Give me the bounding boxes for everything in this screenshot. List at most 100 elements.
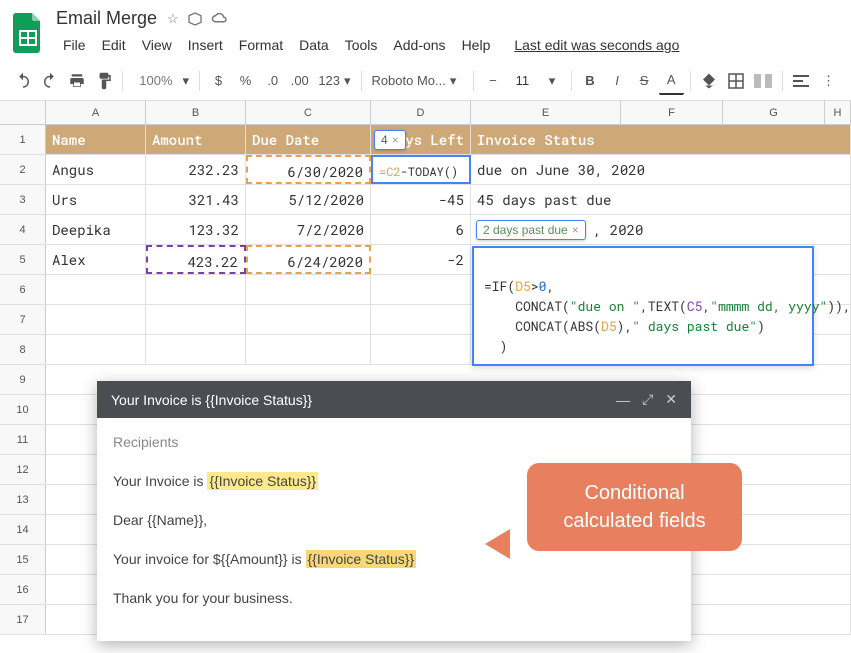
modal-title: Your Invoice is {{Invoice Status}}	[111, 392, 604, 408]
callout: Conditional calculated fields	[527, 463, 742, 551]
row-header-3[interactable]: 3	[0, 185, 46, 214]
close-icon[interactable]: ×	[392, 133, 399, 147]
toolbar: 100%▾ $ % .0 .00 123▾ Roboto Mo...▾ − 11…	[0, 61, 851, 101]
cell[interactable]: Invoice Status	[471, 125, 851, 154]
col-header-H[interactable]: H	[825, 101, 851, 124]
row-header-11[interactable]: 11	[0, 425, 46, 454]
menu-data[interactable]: Data	[292, 33, 336, 57]
currency-icon[interactable]: $	[206, 67, 231, 95]
merge-icon[interactable]	[751, 67, 776, 95]
cell[interactable]: Name	[46, 125, 146, 154]
row-header-14[interactable]: 14	[0, 515, 46, 544]
row-header-4[interactable]: 4	[0, 215, 46, 244]
close-icon[interactable]: ×	[572, 223, 579, 237]
last-edit-link[interactable]: Last edit was seconds ago	[507, 33, 686, 57]
format-more[interactable]: 123▾	[314, 73, 354, 89]
decimal-inc-icon[interactable]: .00	[287, 67, 312, 95]
menu-file[interactable]: File	[56, 33, 93, 57]
minimize-icon[interactable]: —	[616, 392, 630, 408]
strike-icon[interactable]: S	[632, 67, 657, 95]
cell[interactable]: 321.43	[146, 185, 246, 214]
formula-editor[interactable]: =IF(D5>0, CONCAT("due on ",TEXT(C5,"mmmm…	[472, 246, 814, 366]
align-icon[interactable]	[789, 67, 814, 95]
row-header-17[interactable]: 17	[0, 605, 46, 634]
row-header-8[interactable]: 8	[0, 335, 46, 364]
cell[interactable]: 123.32	[146, 215, 246, 244]
callout-arrow	[485, 529, 510, 559]
font-size[interactable]: 11	[507, 73, 537, 88]
menu-format[interactable]: Format	[232, 33, 290, 57]
menu-insert[interactable]: Insert	[181, 33, 230, 57]
font-dropdown[interactable]: Roboto Mo...▾	[367, 73, 467, 89]
col-header-B[interactable]: B	[146, 101, 246, 124]
cell[interactable]: Deepika	[46, 215, 146, 244]
row-header-10[interactable]: 10	[0, 395, 46, 424]
row-header-15[interactable]: 15	[0, 545, 46, 574]
redo-icon[interactable]	[37, 67, 62, 95]
body-line[interactable]: Your invoice for ${{Amount}} is {{Invoic…	[113, 549, 675, 570]
fill-icon[interactable]	[697, 67, 722, 95]
cell[interactable]: 45 days past due	[471, 185, 851, 214]
col-header-E[interactable]: E	[471, 101, 621, 124]
row-header-1[interactable]: 1	[0, 125, 46, 154]
cell[interactable]: 5/12/2020	[246, 185, 371, 214]
doc-title[interactable]: Email Merge	[56, 8, 157, 29]
row-header-9[interactable]: 9	[0, 365, 46, 394]
move-icon[interactable]	[187, 11, 203, 27]
row-header-16[interactable]: 16	[0, 575, 46, 604]
cell[interactable]: 423.22	[146, 245, 246, 274]
row-header-6[interactable]: 6	[0, 275, 46, 304]
fontsize-inc-icon[interactable]: ▾	[539, 67, 564, 95]
cell[interactable]: 6/30/2020	[246, 155, 371, 184]
paint-icon[interactable]	[91, 67, 116, 95]
select-all-corner[interactable]	[0, 101, 46, 124]
fontsize-dec-icon[interactable]: −	[480, 67, 505, 95]
recipients-label[interactable]: Recipients	[113, 432, 675, 453]
undo-icon[interactable]	[10, 67, 35, 95]
row-header-13[interactable]: 13	[0, 485, 46, 514]
star-icon[interactable]: ☆	[167, 11, 179, 27]
cloud-icon[interactable]	[211, 11, 229, 27]
cell[interactable]: 7/2/2020	[246, 215, 371, 244]
col-header-F[interactable]: F	[621, 101, 723, 124]
textcolor-icon[interactable]: A	[659, 67, 684, 95]
borders-icon[interactable]	[724, 67, 749, 95]
menu-addons[interactable]: Add-ons	[386, 33, 452, 57]
menubar: File Edit View Insert Format Data Tools …	[56, 33, 841, 57]
cell[interactable]: due on June 30, 2020	[471, 155, 851, 184]
cell[interactable]: Alex	[46, 245, 146, 274]
italic-icon[interactable]: I	[605, 67, 630, 95]
col-header-D[interactable]: D	[371, 101, 471, 124]
row-header-12[interactable]: 12	[0, 455, 46, 484]
cell[interactable]: 6	[371, 215, 471, 244]
row-header-2[interactable]: 2	[0, 155, 46, 184]
cell[interactable]: Amount	[146, 125, 246, 154]
menu-tools[interactable]: Tools	[338, 33, 385, 57]
bold-icon[interactable]: B	[577, 67, 602, 95]
col-header-G[interactable]: G	[723, 101, 825, 124]
print-icon[interactable]	[64, 67, 89, 95]
menu-edit[interactable]: Edit	[95, 33, 133, 57]
menu-view[interactable]: View	[135, 33, 179, 57]
sheets-logo[interactable]	[10, 11, 46, 55]
more-icon[interactable]: ⋮	[816, 67, 841, 95]
row-header-5[interactable]: 5	[0, 245, 46, 274]
cell[interactable]: 232.23	[146, 155, 246, 184]
decimal-dec-icon[interactable]: .0	[260, 67, 285, 95]
row-header-7[interactable]: 7	[0, 305, 46, 334]
cell[interactable]: Angus	[46, 155, 146, 184]
expand-icon[interactable]: ⤢	[642, 391, 653, 408]
col-header-A[interactable]: A	[46, 101, 146, 124]
percent-icon[interactable]: %	[233, 67, 258, 95]
cell[interactable]: Due Date	[246, 125, 371, 154]
cell[interactable]: 6/24/2020	[246, 245, 371, 274]
cell[interactable]: -2	[371, 245, 471, 274]
active-cell-D2[interactable]: =C2-TODAY()	[371, 155, 471, 184]
cell[interactable]: -45	[371, 185, 471, 214]
cell[interactable]: Urs	[46, 185, 146, 214]
zoom-dropdown[interactable]: 100%▾	[129, 73, 193, 89]
close-icon[interactable]: ✕	[665, 391, 677, 408]
menu-help[interactable]: Help	[455, 33, 498, 57]
col-header-C[interactable]: C	[246, 101, 371, 124]
body-line[interactable]: Thank you for your business.	[113, 588, 675, 609]
